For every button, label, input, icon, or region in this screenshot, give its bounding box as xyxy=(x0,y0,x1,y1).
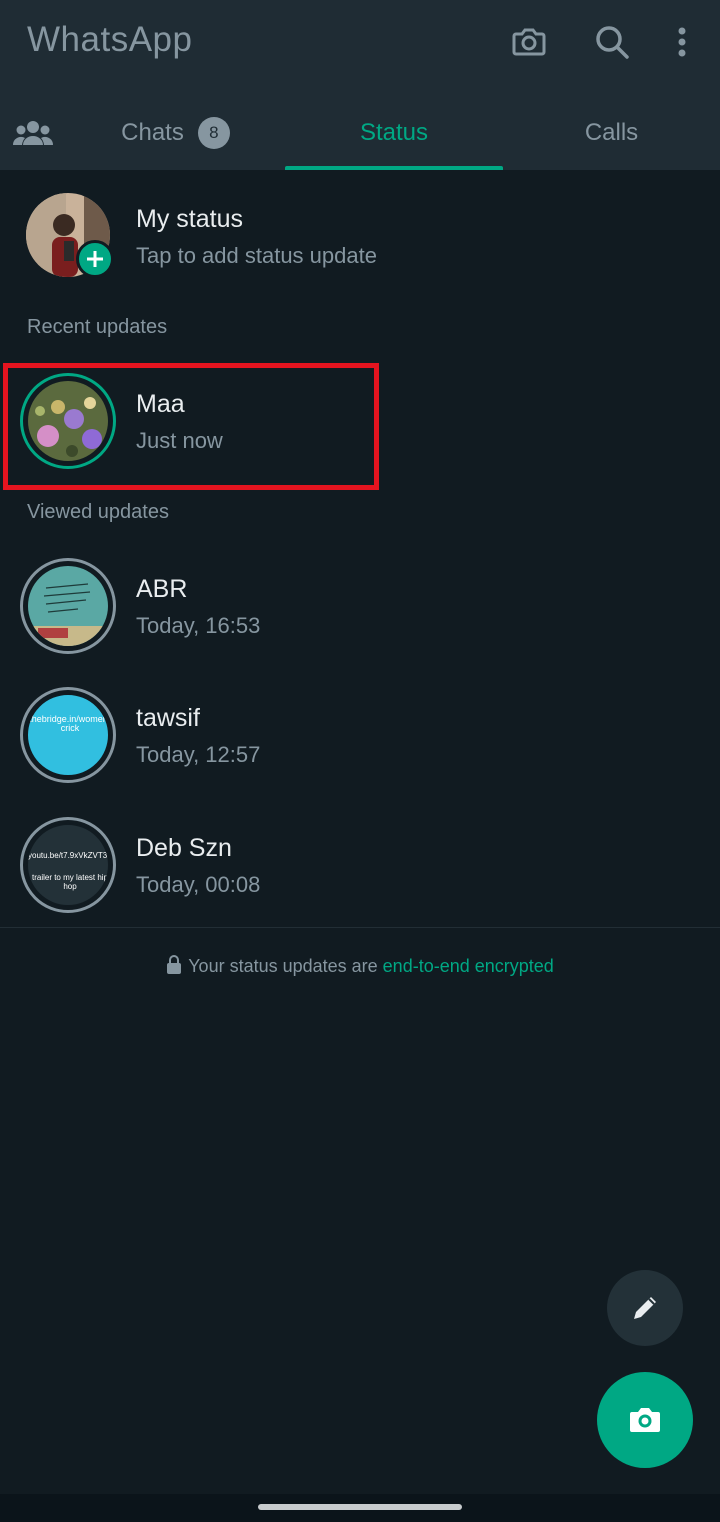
active-tab-indicator xyxy=(285,166,503,170)
camera-icon[interactable] xyxy=(507,20,551,64)
unread-badge: 8 xyxy=(197,116,230,149)
text-status-button[interactable] xyxy=(607,1270,683,1346)
thumbnail-text: youtu.be/t7.9xVkZVT3Q xyxy=(28,851,110,860)
encryption-notice: Your status updates are end-to-end encry… xyxy=(0,955,720,977)
thumbnail-text: trailer to my latest hip hop xyxy=(31,873,109,891)
tab-status[interactable]: Status xyxy=(285,95,503,170)
home-gesture-handle[interactable] xyxy=(258,1504,462,1510)
tab-calls-label: Calls xyxy=(584,118,639,146)
tab-chats-label: Chats xyxy=(121,118,184,146)
viewed-ring: youtu.be/t7.9xVkZVT3Q trailer to my late… xyxy=(20,817,116,913)
status-item-abr[interactable]: ABR Today, 16:53 xyxy=(0,553,720,673)
encryption-link[interactable]: end-to-end encrypted xyxy=(383,956,554,976)
status-thumbnail xyxy=(26,564,110,648)
encryption-text: Your status updates are xyxy=(188,956,383,976)
recent-updates-label: Recent updates xyxy=(27,316,168,338)
viewed-ring xyxy=(20,558,116,654)
contact-name: ABR xyxy=(136,575,188,603)
status-item-deb-szn[interactable]: youtu.be/t7.9xVkZVT3Q trailer to my late… xyxy=(0,812,720,932)
tab-chats[interactable]: Chats 8 xyxy=(66,95,285,170)
add-status-button[interactable] xyxy=(76,240,114,278)
camera-icon xyxy=(630,1408,660,1432)
app-header: WhatsApp Chats 8 Status Calls xyxy=(0,0,720,170)
tab-calls[interactable]: Calls xyxy=(503,95,720,170)
status-time: Today, 16:53 xyxy=(136,613,261,638)
viewed-ring: thebridge.in/women-crick xyxy=(20,687,116,783)
community-icon xyxy=(12,120,54,145)
pencil-icon xyxy=(634,1297,656,1319)
status-thumbnail: youtu.be/t7.9xVkZVT3Q trailer to my late… xyxy=(26,823,110,907)
status-item-tawsif[interactable]: thebridge.in/women-crick tawsif Today, 1… xyxy=(0,682,720,802)
highlight-box xyxy=(3,363,379,490)
contact-name: Deb Szn xyxy=(136,834,232,862)
app-title: WhatsApp xyxy=(27,20,193,59)
system-nav-bar xyxy=(0,1494,720,1522)
camera-status-button[interactable] xyxy=(597,1372,693,1468)
my-status-subtitle: Tap to add status update xyxy=(136,243,377,268)
viewed-updates-label: Viewed updates xyxy=(27,501,169,523)
status-time: Today, 12:57 xyxy=(136,742,261,767)
search-icon[interactable] xyxy=(590,20,634,64)
more-vert-icon[interactable] xyxy=(660,20,704,64)
status-thumbnail: thebridge.in/women-crick xyxy=(26,693,110,777)
tab-community[interactable] xyxy=(0,95,66,170)
my-status-name: My status xyxy=(136,205,243,233)
plus-icon xyxy=(87,251,103,267)
contact-name: tawsif xyxy=(136,704,200,732)
tab-bar: Chats 8 Status Calls xyxy=(0,95,720,170)
my-status-row[interactable] xyxy=(0,172,720,292)
divider xyxy=(0,927,720,928)
lock-icon xyxy=(167,955,182,974)
thumbnail-text: thebridge.in/women-crick xyxy=(29,714,110,733)
status-time: Today, 00:08 xyxy=(136,872,261,897)
tab-status-label: Status xyxy=(359,118,429,146)
